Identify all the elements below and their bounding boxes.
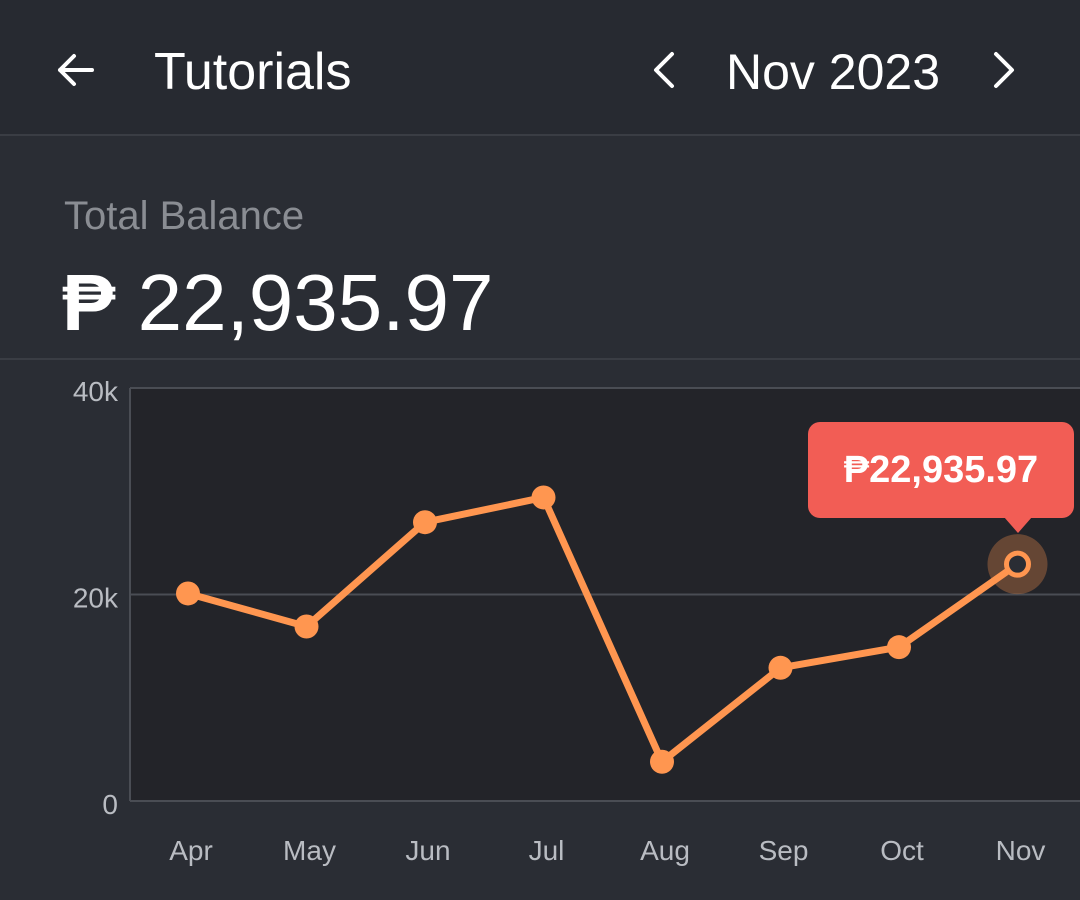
total-balance-value: ₱ 22,935.97 bbox=[62, 258, 494, 348]
data-point bbox=[413, 510, 437, 535]
balance-amount-number: 22,935.97 bbox=[137, 258, 494, 347]
data-point bbox=[294, 614, 319, 639]
chevron-left-icon bbox=[654, 52, 674, 88]
x-tick-label: Jul bbox=[529, 835, 565, 866]
balance-chart[interactable]: 0 20k 40k Apr May Jun Jul Aug Sep Oct Nov ₱22,935.… bbox=[0, 360, 1080, 900]
data-point bbox=[887, 635, 911, 660]
currency-symbol: ₱ bbox=[62, 258, 116, 347]
x-tick-label: Jun bbox=[405, 835, 450, 866]
data-point bbox=[531, 485, 556, 510]
total-balance-label: Total Balance bbox=[64, 194, 305, 238]
chevron-right-icon bbox=[994, 52, 1014, 88]
data-point bbox=[176, 581, 200, 606]
page-title: Tutorials bbox=[154, 43, 352, 101]
next-month-button[interactable] bbox=[972, 38, 1036, 102]
data-point bbox=[768, 655, 793, 680]
data-point bbox=[650, 749, 674, 774]
y-tick-label: 40k bbox=[73, 376, 119, 407]
data-point-selected bbox=[1004, 550, 1031, 578]
value-tooltip: ₱22,935.97 bbox=[808, 422, 1074, 518]
x-tick-label: Nov bbox=[996, 835, 1046, 866]
arrow-left-icon bbox=[58, 54, 94, 86]
current-month-label[interactable]: Nov 2023 bbox=[726, 40, 940, 104]
y-tick-label: 0 bbox=[102, 789, 118, 820]
previous-month-button[interactable] bbox=[632, 38, 696, 102]
x-tick-label: Sep bbox=[759, 835, 809, 866]
app-bar: Tutorials Nov 2023 bbox=[0, 0, 1080, 136]
back-button[interactable] bbox=[44, 38, 108, 102]
x-tick-label: Oct bbox=[880, 835, 924, 866]
x-tick-label: Apr bbox=[169, 835, 213, 866]
balance-section: Total Balance ₱ 22,935.97 bbox=[0, 136, 1080, 360]
x-tick-label: May bbox=[283, 835, 336, 866]
y-tick-label: 20k bbox=[73, 583, 119, 614]
tooltip-pointer bbox=[1004, 517, 1032, 533]
x-tick-label: Aug bbox=[640, 835, 690, 866]
